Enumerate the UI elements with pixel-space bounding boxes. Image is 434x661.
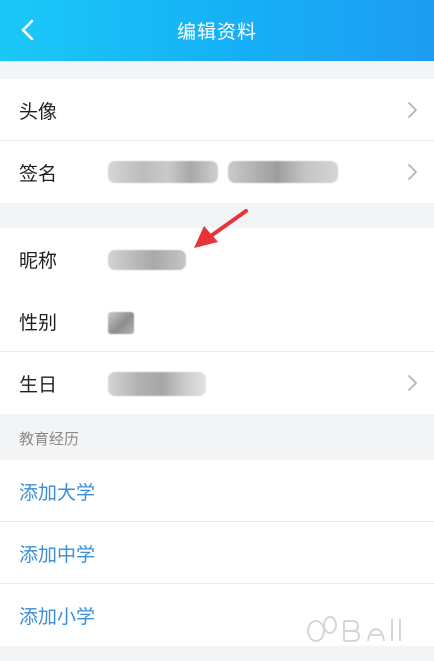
chevron-right-icon [408,375,417,391]
add-university-link[interactable]: 添加大学 [19,460,95,522]
chevron-right-icon [408,102,417,118]
nickname-value-redacted [108,250,186,270]
birthday-label: 生日 [19,373,58,396]
signature-row[interactable]: 签名 [0,141,434,203]
gender-value-redacted [108,312,134,334]
page-title: 编辑资料 [176,21,257,43]
avatar-label: 头像 [19,100,58,123]
birthday-row[interactable]: 生日 [0,352,434,414]
add-university-row[interactable]: 添加大学 [0,460,434,522]
avatar-row[interactable]: 头像 [0,79,434,141]
add-high-school-row[interactable]: 添加中学 [0,522,434,584]
education-section-title: 教育经历 [19,429,80,448]
watermark-logo [307,616,401,642]
annotation-arrow-icon [194,209,248,248]
nickname-label: 昵称 [19,249,58,272]
gender-row[interactable]: 性别 [0,290,434,352]
basic-info-card: 头像 签名 [0,79,434,203]
add-high-school-link[interactable]: 添加中学 [19,522,95,584]
add-primary-school-link[interactable]: 添加小学 [19,584,95,646]
signature-label: 签名 [19,162,58,185]
top-bar: 编辑资料 [0,0,434,61]
chevron-right-icon [408,164,417,180]
gender-label: 性别 [19,311,58,334]
birthday-value-redacted [108,372,206,396]
personal-info-card: 昵称 性别 生日 [0,228,434,414]
